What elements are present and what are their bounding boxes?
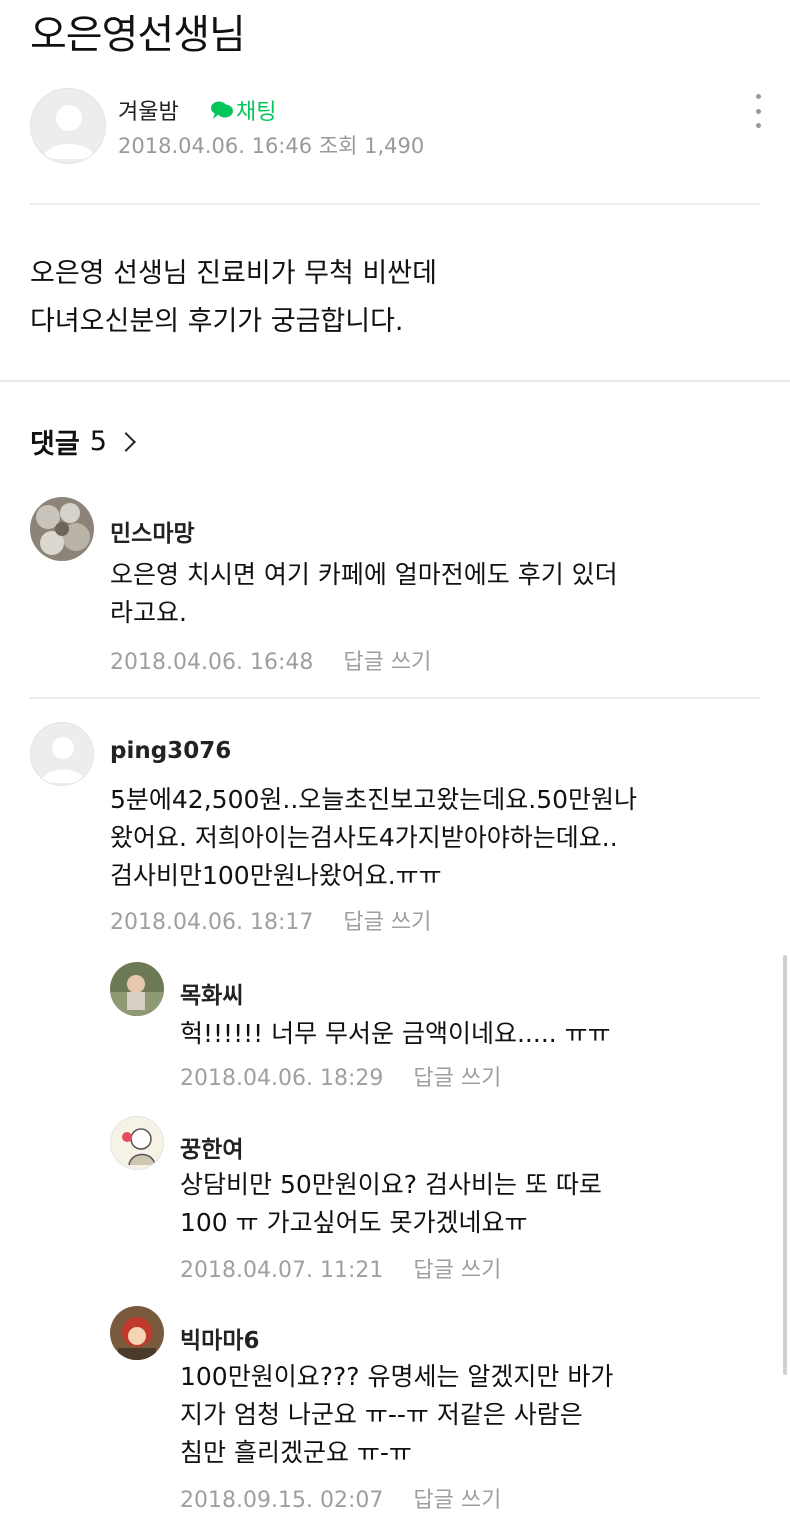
reply-text: 헉!!!!!! 너무 무서운 금액이네요..... ㅠㅠ	[180, 1015, 611, 1053]
header-divider	[30, 203, 760, 205]
post-views: 조회 1,490	[318, 134, 425, 158]
reply-button[interactable]: 답글 쓰기	[413, 1066, 501, 1091]
reply-button[interactable]: 답글 쓰기	[343, 910, 431, 935]
comment-line: 5분에42,500원..오늘초진보고왔는데요.50만원나	[110, 785, 638, 814]
reply-date: 2018.04.07. 11:21	[180, 1258, 384, 1283]
comment-date: 2018.04.06. 18:17	[110, 910, 314, 935]
more-vertical-icon[interactable]	[748, 94, 768, 128]
reply-line: 100 ㅠ 가고싶어도 못가겠네요ㅠ	[180, 1208, 528, 1237]
author-avatar[interactable]	[30, 88, 106, 164]
comment-date: 2018.04.06. 16:48	[110, 650, 314, 675]
comment-line: 오은영 치시면 여기 카페에 얼마전에도 후기 있더	[110, 560, 618, 589]
comment-line: 왔어요. 저희아이는검사도4가지받아야하는데요..	[110, 823, 618, 852]
reply-meta: 2018.09.15. 02:07 답글 쓰기	[180, 1482, 501, 1514]
reply-date: 2018.09.15. 02:07	[180, 1488, 384, 1513]
chat-label: 채팅	[236, 100, 277, 125]
reply-meta: 2018.04.07. 11:21 답글 쓰기	[180, 1252, 501, 1284]
comment-meta: 2018.04.06. 16:48 답글 쓰기	[110, 644, 431, 676]
reply-line: 상담비만 50만원이요? 검사비는 또 따로	[180, 1170, 602, 1199]
comment-text: 오은영 치시면 여기 카페에 얼마전에도 후기 있더 라고요.	[110, 556, 618, 632]
reply-avatar[interactable]	[110, 1306, 164, 1360]
reply-author[interactable]: 빅마마6	[180, 1321, 259, 1355]
reply-avatar[interactable]	[110, 962, 164, 1016]
reply-button[interactable]: 답글 쓰기	[343, 650, 431, 675]
post-body: 오은영 선생님 진료비가 무척 비싼데 다녀오신분의 후기가 궁금합니다.	[30, 250, 437, 346]
reply-line: 지가 엄청 나군요 ㅠ--ㅠ 저같은 사람은	[180, 1400, 583, 1429]
comment-avatar[interactable]	[30, 722, 94, 786]
reply-meta: 2018.04.06. 18:29 답글 쓰기	[180, 1060, 501, 1092]
comments-count: 5	[89, 426, 107, 457]
author-name[interactable]: 겨울밤	[118, 94, 179, 126]
comment-line: 라고요.	[110, 598, 187, 627]
comment-author[interactable]: 민스마망	[110, 514, 195, 548]
chat-button[interactable]: 채팅	[210, 94, 276, 126]
chat-bubble-icon	[211, 101, 233, 119]
comment-divider	[30, 697, 760, 699]
comments-label: 댓글	[30, 429, 80, 460]
reply-text: 상담비만 50만원이요? 검사비는 또 따로 100 ㅠ 가고싶어도 못가겠네요…	[180, 1166, 602, 1242]
post-body-line: 다녀오신분의 후기가 궁금합니다.	[30, 306, 404, 337]
scrollbar[interactable]	[783, 955, 787, 1375]
comment-author[interactable]: ping3076	[110, 738, 231, 764]
comment-meta: 2018.04.06. 18:17 답글 쓰기	[110, 904, 431, 936]
reply-date: 2018.04.06. 18:29	[180, 1066, 384, 1091]
comment-line: 검사비만100만원나왔어요.ㅠㅠ	[110, 861, 442, 890]
reply-line: 침만 흘리겠군요 ㅠ-ㅠ	[180, 1438, 412, 1467]
reply-button[interactable]: 답글 쓰기	[413, 1488, 501, 1513]
section-divider	[0, 380, 790, 382]
reply-avatar[interactable]	[110, 1116, 164, 1170]
post-date: 2018.04.06. 16:46	[118, 134, 313, 158]
default-avatar-icon	[31, 89, 105, 163]
default-avatar-icon	[31, 723, 93, 785]
post-body-line: 오은영 선생님 진료비가 무척 비싼데	[30, 258, 437, 289]
reply-button[interactable]: 답글 쓰기	[413, 1258, 501, 1283]
reply-author[interactable]: 꿍한여	[180, 1130, 243, 1164]
comment-avatar[interactable]	[30, 497, 94, 561]
post-title: 오은영선생님	[30, 12, 246, 58]
comments-header[interactable]: 댓글 5	[30, 422, 136, 461]
reply-author[interactable]: 목화씨	[180, 976, 243, 1010]
comment-text: 5분에42,500원..오늘초진보고왔는데요.50만원나 왔어요. 저희아이는검…	[110, 781, 637, 895]
chevron-right-icon	[115, 431, 136, 452]
post-meta: 2018.04.06. 16:46 조회 1,490	[118, 130, 424, 160]
reply-line: 100만원이요??? 유명세는 알겠지만 바가	[180, 1362, 614, 1391]
reply-line: 헉!!!!!! 너무 무서운 금액이네요..... ㅠㅠ	[180, 1019, 611, 1048]
reply-text: 100만원이요??? 유명세는 알겠지만 바가 지가 엄청 나군요 ㅠ--ㅠ 저…	[180, 1358, 613, 1472]
